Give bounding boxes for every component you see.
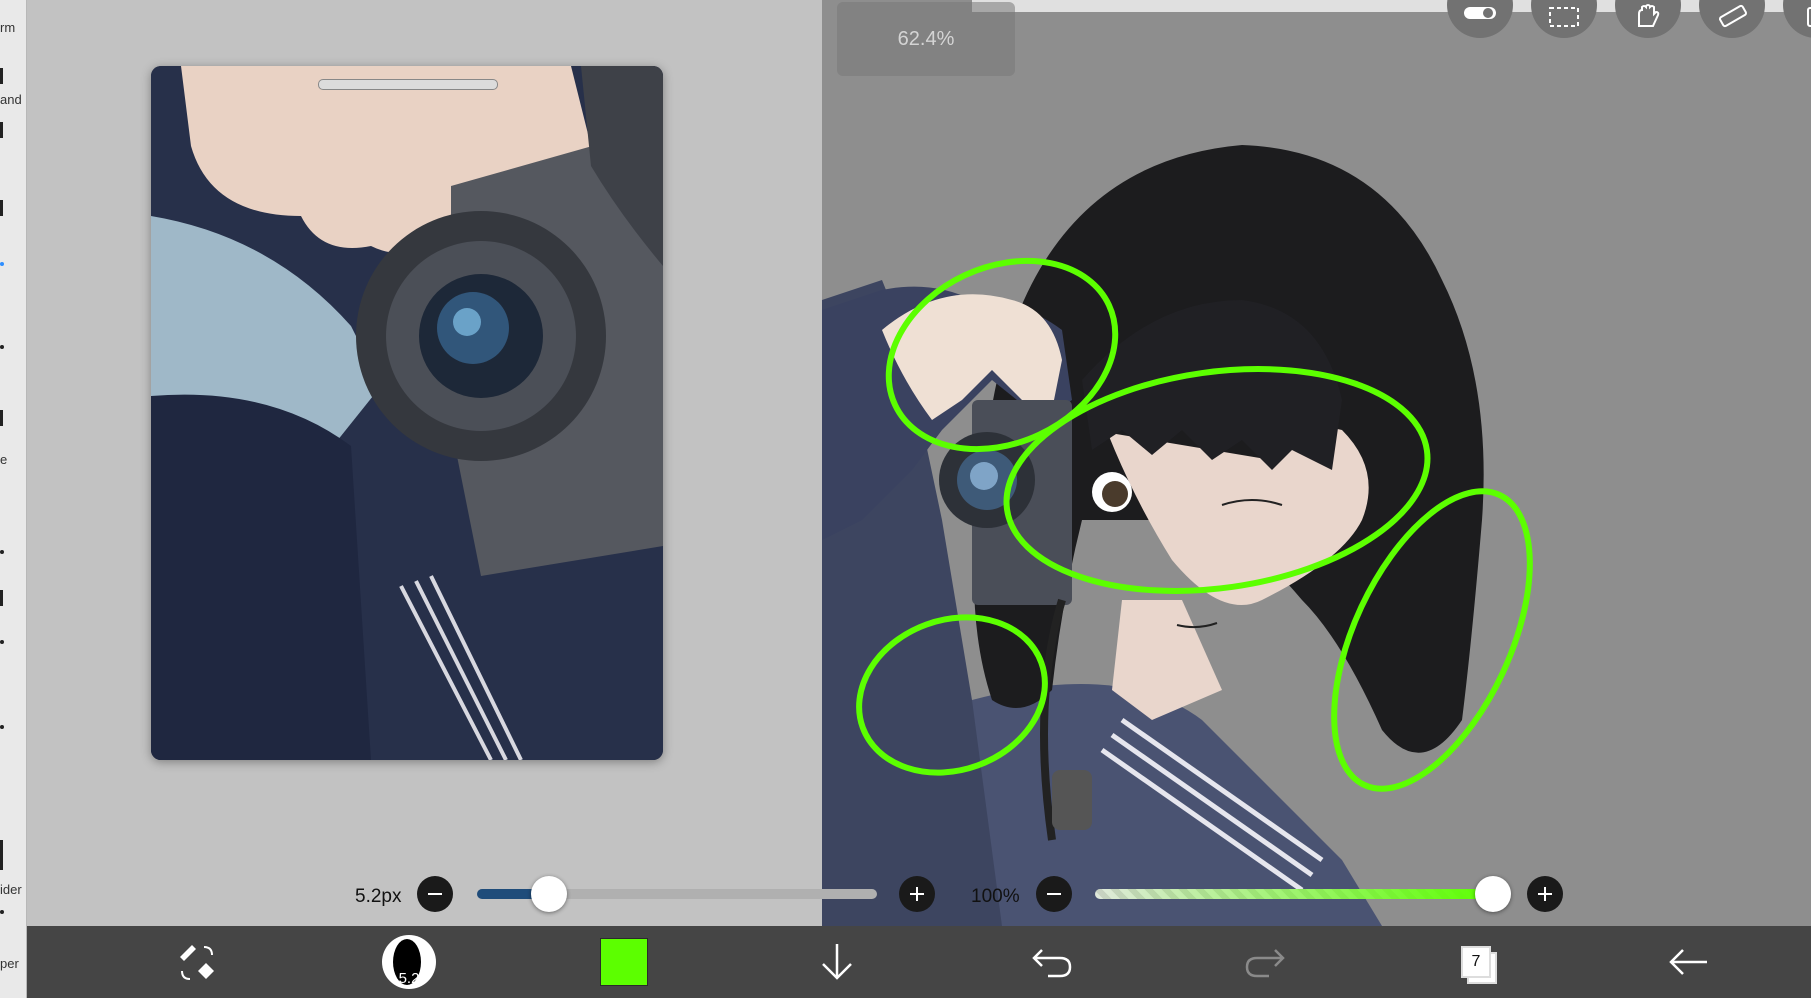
reference-photo: [151, 66, 663, 760]
layers-icon: 7: [1457, 942, 1497, 984]
brush-preview: 5.2: [382, 935, 436, 989]
zoom-indicator: 62.4%: [837, 2, 1015, 76]
side-dot: [0, 640, 4, 644]
brush-size-increase-button[interactable]: [899, 876, 935, 912]
marquee-select-icon: [1549, 7, 1579, 27]
redo-button[interactable]: [1235, 934, 1295, 990]
current-color-swatch: [600, 938, 648, 986]
workspace: 62.4% 5.2px 100%: [27, 0, 1811, 926]
opacity-label: 100%: [971, 886, 1020, 907]
brush-size-label: 5.2px: [355, 886, 402, 907]
side-label-5[interactable]: per: [0, 956, 19, 971]
bottom-toolbar: 5.2 7: [27, 926, 1811, 998]
minus-icon: [1047, 893, 1061, 895]
toggle-icon: [1464, 7, 1496, 19]
undo-button[interactable]: [1022, 934, 1082, 990]
side-tick: [0, 200, 3, 216]
reference-drag-handle[interactable]: [318, 79, 498, 90]
opacity-slider-track[interactable]: [1095, 889, 1493, 899]
artwork: [822, 145, 1533, 926]
side-dot: [0, 725, 4, 729]
side-tick: [0, 122, 3, 138]
ruler-icon: [1718, 4, 1748, 28]
redo-icon: [1245, 949, 1285, 978]
opacity-increase-button[interactable]: [1527, 876, 1563, 912]
opacity-slider-knob[interactable]: [1475, 876, 1511, 912]
pen-eraser-swap-icon: [180, 945, 214, 980]
side-active-dot: [0, 262, 4, 266]
opacity-decrease-button[interactable]: [1036, 876, 1072, 912]
brush-size-decrease-button[interactable]: [417, 876, 453, 912]
opacity-slider-fill: [1095, 889, 1493, 899]
arrow-left-icon: [1669, 949, 1707, 975]
brush-select-button[interactable]: 5.2: [379, 934, 439, 990]
layers-button[interactable]: 7: [1447, 934, 1507, 990]
side-dot: [0, 910, 4, 914]
side-label-3[interactable]: e: [0, 452, 7, 467]
side-label-1[interactable]: rm: [0, 20, 15, 35]
side-dot: [0, 345, 4, 349]
layer-count: 7: [1461, 946, 1491, 978]
side-dot: [0, 550, 4, 554]
brush-size-badge: 5.2: [398, 970, 420, 987]
color-picker-button[interactable]: [594, 934, 654, 990]
plus-icon: [910, 887, 924, 901]
side-tick: [0, 590, 3, 606]
arrow-down-icon: [822, 944, 852, 980]
plus-icon: [1538, 887, 1552, 901]
undo-icon: [1032, 949, 1072, 978]
side-tick: [0, 410, 3, 426]
hand-icon: [1638, 4, 1660, 27]
side-tick: [0, 68, 3, 84]
back-button[interactable]: [1659, 934, 1719, 990]
pen-eraser-swap-button[interactable]: [167, 934, 227, 990]
side-panel: rm and e ider per: [0, 0, 27, 998]
panel-icon: [1807, 7, 1811, 27]
brush-size-slider-knob[interactable]: [531, 876, 567, 912]
download-button[interactable]: [807, 934, 867, 990]
side-label-2[interactable]: and: [0, 92, 22, 107]
reference-window[interactable]: [151, 66, 663, 760]
minus-icon: [428, 893, 442, 895]
side-label-4[interactable]: ider: [0, 882, 22, 897]
side-tick: [0, 840, 3, 870]
drawing-canvas[interactable]: [822, 0, 1811, 926]
